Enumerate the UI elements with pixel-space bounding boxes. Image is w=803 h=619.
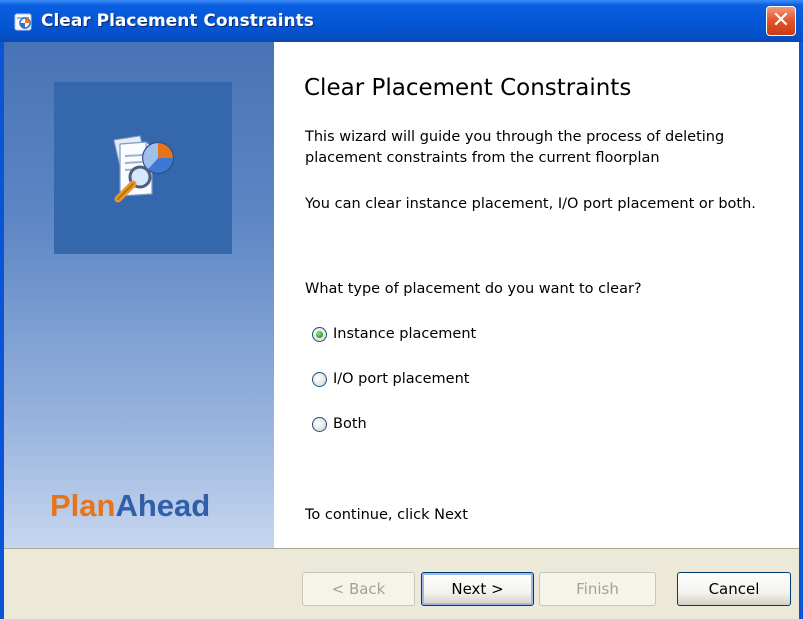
option-io-port-placement[interactable]: I/O port placement xyxy=(312,368,469,390)
wizard-sidebar: PlanAhead xyxy=(4,42,274,548)
page-heading: Clear Placement Constraints xyxy=(304,75,632,101)
close-icon: ✕ xyxy=(771,8,791,33)
option-label: Both xyxy=(333,416,367,432)
window-title: Clear Placement Constraints xyxy=(41,11,314,31)
option-label: I/O port placement xyxy=(333,371,470,387)
planahead-logo: PlanAhead xyxy=(50,488,210,524)
back-button[interactable]: < Back xyxy=(302,572,415,606)
wizard-content: Clear Placement Constraints This wizard … xyxy=(274,42,799,548)
illustration-panel xyxy=(54,82,232,254)
brand-plan: Plan xyxy=(50,488,116,523)
close-button[interactable]: ✕ xyxy=(766,6,796,36)
window-frame-right xyxy=(799,42,803,619)
cancel-button[interactable]: Cancel xyxy=(677,572,791,606)
finish-button[interactable]: Finish xyxy=(539,572,656,606)
option-both[interactable]: Both xyxy=(312,413,367,435)
option-label: Instance placement xyxy=(333,326,477,342)
continue-text: To continue, click Next xyxy=(305,507,468,523)
info-text: You can clear instance placement, I/O po… xyxy=(305,196,756,212)
title-bar[interactable]: Clear Placement Constraints ✕ xyxy=(0,0,803,42)
radio-io-port-placement[interactable] xyxy=(312,371,327,387)
question-text: What type of placement do you want to cl… xyxy=(305,281,642,297)
option-instance-placement[interactable]: Instance placement xyxy=(312,323,476,345)
button-bar: < Back Next > Finish Cancel xyxy=(4,548,799,619)
wizard-document-magnifier-icon xyxy=(113,135,174,203)
radio-both[interactable] xyxy=(312,416,327,432)
brand-ahead: Ahead xyxy=(115,488,211,523)
intro-text: This wizard will guide you through the p… xyxy=(305,129,725,166)
next-button[interactable]: Next > xyxy=(421,572,534,606)
radio-instance-placement[interactable] xyxy=(312,326,327,342)
planahead-app-icon[interactable] xyxy=(14,11,34,31)
